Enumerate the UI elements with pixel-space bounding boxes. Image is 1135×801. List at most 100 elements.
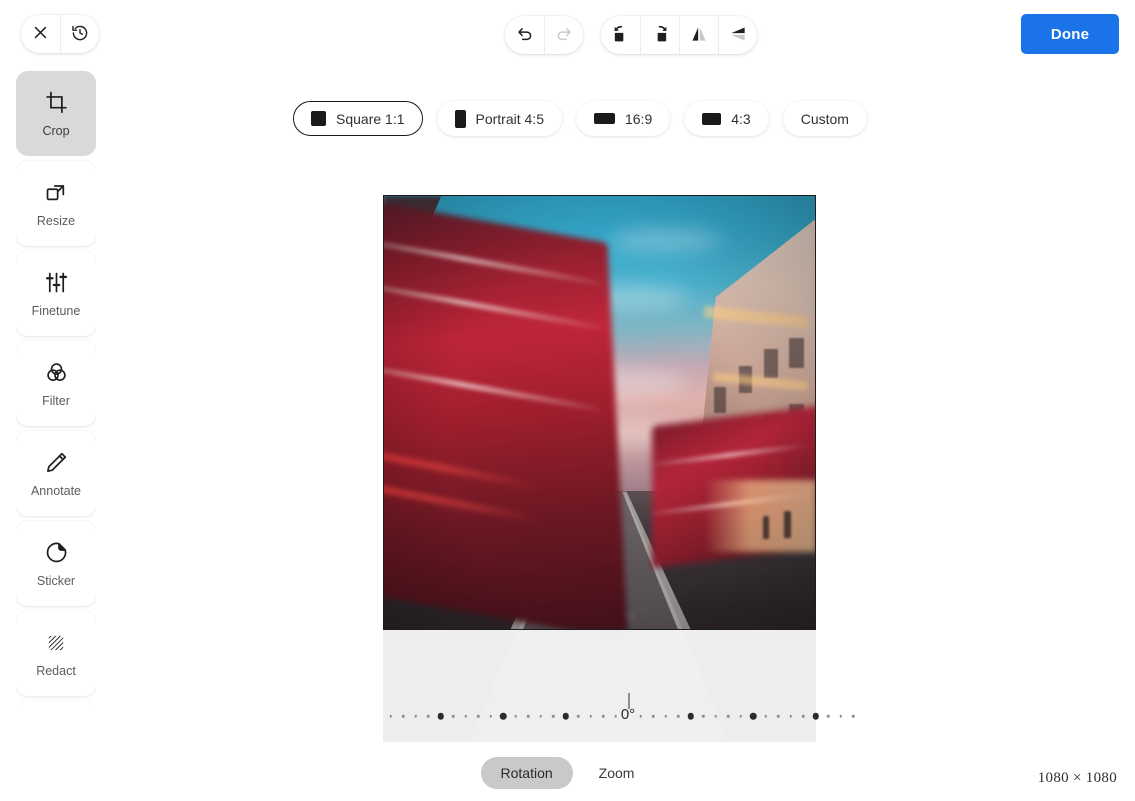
aspect-ratio-bar: Square 1:1 Portrait 4:5 16:9 4:3 Custom	[293, 101, 867, 136]
transform-group	[601, 16, 757, 54]
rotation-tick-minor	[414, 714, 417, 718]
rotation-tick-minor	[726, 714, 730, 718]
rotation-tick-major	[562, 712, 569, 720]
ratio-chip-custom[interactable]: Custom	[782, 101, 867, 136]
image-size-readout: 1080 × 1080	[1037, 770, 1117, 786]
tool-crop[interactable]: Crop	[16, 71, 96, 156]
revert-history-button[interactable]	[60, 15, 99, 53]
redo-button[interactable]	[544, 16, 583, 54]
rotation-tick-major	[687, 712, 694, 720]
ratio-label: Portrait 4:5	[475, 110, 544, 127]
tool-sticker[interactable]: Sticker	[16, 521, 96, 606]
ratio-chip-square[interactable]: Square 1:1	[293, 101, 423, 136]
crop-icon	[45, 90, 68, 116]
undo-redo-group	[505, 16, 583, 54]
tool-label: Sticker	[36, 573, 76, 588]
rotate-left-icon	[611, 24, 631, 47]
flip-horizontal-icon	[689, 24, 709, 47]
ratio-chip-portrait[interactable]: Portrait 4:5	[436, 101, 562, 136]
ratio-label: 4:3	[731, 110, 751, 127]
rotation-tick-minor	[764, 714, 767, 718]
photo-vignette	[384, 196, 815, 629]
tool-sidebar: Crop Resize Finetune Filter Annotate Sti…	[16, 71, 96, 801]
filter-icon	[45, 360, 68, 386]
finetune-icon	[45, 270, 68, 296]
portrait-shape-icon	[454, 109, 466, 128]
image-editor-window: Done Crop Resize Finetune Filter Annotat…	[0, 0, 1135, 801]
rotation-tick-minor	[739, 714, 742, 718]
tool-filter[interactable]: Filter	[16, 341, 96, 426]
rotation-tick-major	[437, 712, 444, 720]
rotation-value-label: 0°	[620, 706, 636, 723]
tool-label: Filter	[42, 393, 70, 408]
rotation-tick-minor	[801, 714, 805, 718]
rotation-tick-minor	[576, 714, 580, 718]
rotation-tick-major	[499, 712, 507, 720]
rotation-tick-minor	[426, 714, 430, 718]
redact-icon	[45, 630, 67, 656]
pencil-icon	[45, 450, 68, 476]
tool-label: Crop	[42, 123, 70, 138]
rotation-tick-minor	[676, 714, 680, 718]
canvas-mode-bar: Rotation Zoom	[0, 757, 1135, 789]
standard-shape-icon	[702, 112, 722, 125]
rotation-ruler[interactable]: 0°	[383, 693, 856, 727]
photo-london-street	[384, 196, 815, 629]
window-controls-group	[21, 15, 99, 53]
rotation-tick-minor	[514, 714, 517, 718]
tool-label: Annotate	[30, 483, 82, 498]
rotation-tick-minor	[851, 714, 855, 718]
resize-icon	[45, 180, 68, 206]
rotation-tick-minor	[464, 714, 467, 718]
tool-label: Finetune	[31, 303, 81, 318]
ratio-label: 16:9	[624, 110, 653, 127]
rotation-tick-minor	[489, 714, 492, 718]
rotation-tick-minor	[826, 714, 830, 718]
square-shape-icon	[311, 111, 326, 126]
tool-label: Redact	[36, 663, 76, 678]
image-canvas[interactable]	[383, 195, 816, 742]
mode-rotation[interactable]: Rotation	[480, 757, 573, 789]
rotation-tick-minor	[651, 714, 655, 718]
rotate-right-button[interactable]	[640, 16, 679, 54]
close-icon	[32, 24, 49, 44]
flip-horizontal-button[interactable]	[679, 16, 718, 54]
done-button[interactable]: Done	[1021, 14, 1119, 54]
rotation-tick-minor	[714, 714, 717, 718]
rotation-tick-minor	[551, 714, 555, 718]
flip-vertical-icon	[728, 24, 748, 47]
undo-button[interactable]	[505, 16, 544, 54]
rotation-tick-minor	[589, 714, 592, 718]
history-revert-icon	[71, 24, 89, 45]
rotation-tick-minor	[401, 714, 405, 718]
rotation-tick-minor	[476, 714, 480, 718]
flip-vertical-button[interactable]	[718, 16, 757, 54]
tool-annotate[interactable]: Annotate	[16, 431, 96, 516]
rotation-tick-minor	[601, 714, 605, 718]
close-button[interactable]	[21, 15, 60, 53]
rotation-tick-major	[812, 712, 819, 720]
sticker-icon	[45, 540, 68, 566]
ratio-chip-4-3[interactable]: 4:3	[684, 101, 769, 136]
rotation-tick-major	[749, 712, 757, 720]
crop-window[interactable]	[383, 195, 816, 630]
undo-icon	[516, 25, 534, 46]
rotation-tick-minor	[789, 714, 792, 718]
mode-zoom[interactable]: Zoom	[579, 757, 655, 789]
tool-redact[interactable]: Redact	[16, 611, 96, 696]
rotation-tick-minor	[451, 714, 455, 718]
redo-icon	[555, 25, 573, 46]
rotation-tick-minor	[539, 714, 542, 718]
rotation-tick-minor	[664, 714, 667, 718]
rotate-left-button[interactable]	[601, 16, 640, 54]
tool-resize[interactable]: Resize	[16, 161, 96, 246]
rotation-tick-minor	[526, 714, 530, 718]
widescreen-shape-icon	[593, 113, 615, 124]
ratio-label: Square 1:1	[336, 110, 405, 127]
rotation-tick-minor	[389, 714, 392, 718]
rotation-tick-minor	[701, 714, 705, 718]
rotate-right-icon	[650, 24, 670, 47]
rotation-tick-minor	[839, 714, 842, 718]
ratio-chip-16-9[interactable]: 16:9	[575, 101, 671, 136]
tool-finetune[interactable]: Finetune	[16, 251, 96, 336]
